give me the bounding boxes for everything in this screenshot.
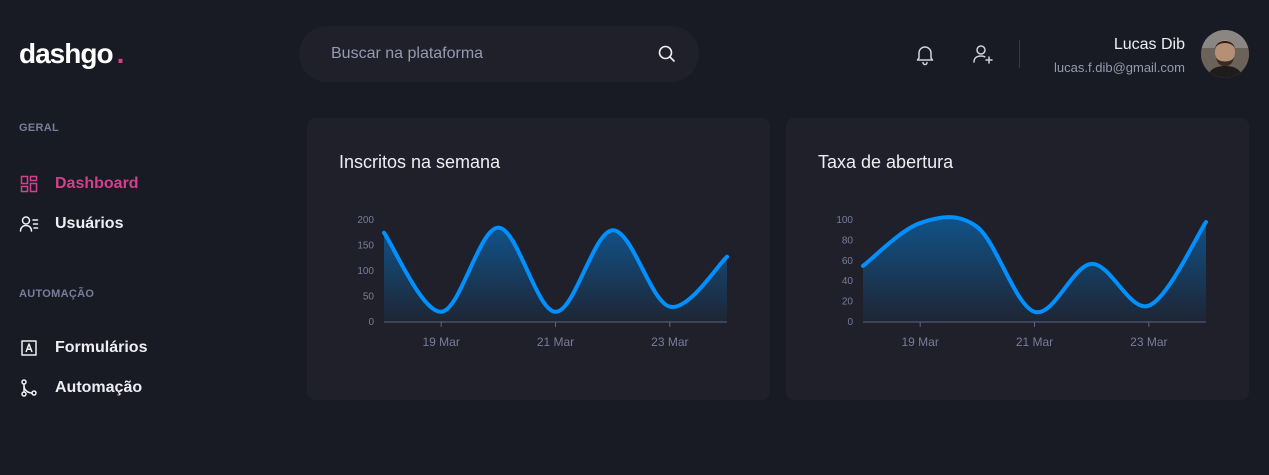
search-bar[interactable] [299,26,699,82]
y-tick-label: 150 [357,241,374,252]
logo-dot: . [116,38,125,69]
x-tick-label: 19 Mar [901,335,938,349]
y-tick-label: 40 [842,276,854,287]
y-tick-label: 80 [842,235,854,246]
sidebar-section-title: AUTOMAÇÃO [19,288,95,300]
y-tick-label: 100 [357,266,374,277]
profile-name: Lucas Dib [1113,36,1185,53]
git-merge-icon [19,378,39,398]
sidebar-item-formularios[interactable]: Formulários [19,338,269,358]
chart-series-line [382,225,729,314]
logo: dashgo. [19,38,125,70]
y-tick-label: 60 [842,256,854,267]
chart-card-abertura: Taxa de abertura 0 20 40 60 80 100 19 Mar 21 Ma… [786,118,1249,400]
y-tick-label: 0 [847,317,853,328]
y-tick-label: 200 [357,215,374,226]
dashboard-icon [19,174,39,194]
avatar[interactable] [1201,30,1249,78]
header-divider [1019,40,1020,68]
logo-text: dashgo [19,38,114,69]
bell-icon[interactable] [913,42,937,66]
sidebar-item-label: Formulários [55,339,148,356]
sidebar-section-automacao: AUTOMAÇÃO Formulários Automação [19,288,269,398]
form-icon [19,338,39,358]
sidebar-item-label: Dashboard [55,175,139,192]
sidebar-section-geral: GERAL Dashboard Usuários [19,122,269,234]
chart-area-fill [863,217,1206,322]
chart-abertura: 0 20 40 60 80 100 19 Mar 21 Mar 23 Mar [836,215,1208,349]
users-icon [19,214,39,234]
x-tick-label: 23 Mar [651,335,688,349]
x-tick-label: 21 Mar [1016,335,1053,349]
header-icons [913,42,995,66]
sidebar-item-dashboard[interactable]: Dashboard [19,174,269,194]
sidebar-item-automacao[interactable]: Automação [19,378,269,398]
y-tick-label: 20 [842,297,854,308]
sidebar-item-label: Automação [55,379,143,396]
search-icon[interactable] [657,44,677,64]
x-tick-label: 21 Mar [537,335,574,349]
y-tick-label: 0 [368,317,374,328]
sidebar-item-label: Usuários [55,215,124,232]
user-plus-icon[interactable] [971,42,995,66]
sidebar-item-users[interactable]: Usuários [19,214,269,234]
chart-card-inscritos: Inscritos na semana 0 50 100 150 200 19 Mar 21… [307,118,770,400]
y-tick-label: 100 [836,215,853,226]
sidebar: GERAL Dashboard Usuários AUTOMAÇÃO Formu… [19,122,269,398]
search-input[interactable] [331,45,657,63]
y-tick-label: 50 [363,292,375,303]
x-tick-label: 23 Mar [1130,335,1167,349]
sidebar-section-title: GERAL [19,122,59,134]
profile-info: Lucas Dib lucas.f.dib@gmail.com [1054,36,1185,75]
chart-inscritos: 0 50 100 150 200 19 Mar 21 Mar 23 Mar [357,215,729,349]
profile-email: lucas.f.dib@gmail.com [1054,60,1185,75]
x-tick-label: 19 Mar [422,335,459,349]
